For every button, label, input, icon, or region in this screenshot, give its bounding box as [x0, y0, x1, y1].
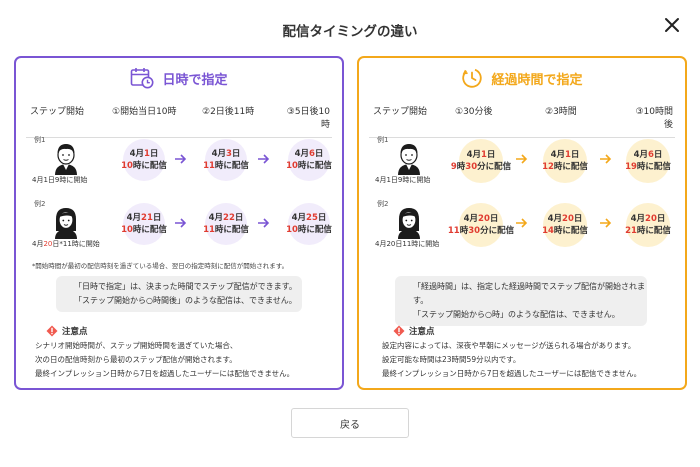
arrow-right-icon	[600, 154, 612, 164]
arrow-right-icon	[175, 154, 187, 164]
delivery-bubble: 4月1日 10時に配信	[121, 139, 167, 181]
step-header-start: ステップ開始	[373, 107, 428, 117]
delivery-bubble: 4月20日 11時30分に配信	[448, 203, 514, 247]
delivery-bubble: 4月6日 19時に配信	[625, 139, 671, 183]
example-label: 例1	[377, 136, 389, 144]
man-avatar-icon	[55, 144, 77, 175]
info-line: 「経過時間」は、指定した経過時間でステップ配信が開始されます。	[413, 282, 645, 305]
arrow-right-icon	[258, 218, 270, 228]
step-header-row: ステップ開始 ①開始当日10時 ②2日後11時 ③5日後10時	[26, 104, 332, 138]
caution-title: 注意点	[409, 327, 435, 337]
start-time-caption: 4月1日9時に開始	[32, 176, 88, 184]
delivery-bubble: 4月22日 11時に配信	[203, 203, 249, 245]
datetime-panel: 日時で指定 ステップ開始 ①開始当日10時 ②2日後11時 ③5日後10時 例1…	[14, 56, 344, 390]
elapsed-panel-header: 経過時間で指定	[359, 67, 685, 89]
info-line: 「日時で指定」は、決まった時間でステップ配信ができます。	[74, 282, 297, 291]
step-header-start: ステップ開始	[30, 107, 85, 117]
arrow-right-icon	[600, 218, 612, 228]
caution-heading: 注意点	[393, 325, 435, 337]
caution-line: 最終インプレッション日時から7日を超過したユーザーには配信できません。	[382, 368, 642, 378]
arrow-right-icon	[516, 218, 528, 228]
start-time-caption: 4月20日*11時に開始	[32, 240, 100, 248]
step-header-row: ステップ開始 ①30分後 ②3時間 ③10時間後	[369, 104, 675, 138]
example-label: 例1	[34, 136, 46, 144]
delivery-bubble: 4月20日 14時に配信	[542, 203, 588, 247]
man-avatar-icon	[398, 144, 420, 175]
delivery-bubble: 4月1日 9時30分に配信	[451, 139, 511, 183]
elapsed-panel-title: 経過時間で指定	[491, 72, 583, 88]
arrow-right-icon	[175, 218, 187, 228]
step-header-2: ②3時間	[545, 107, 577, 117]
caution-body: シナリオ開始時間が、ステップ開始時間を過ぎていた場合、 次の日の配信時刻から最初…	[35, 339, 294, 381]
step-header-1: ①開始当日10時	[112, 107, 177, 117]
example-label: 例2	[34, 200, 46, 208]
info-line: 「ステップ開始から○時間後」のような配信は、できません。	[74, 296, 297, 305]
step-header-1: ①30分後	[455, 107, 493, 117]
caution-body: 設定内容によっては、深夜や早朝にメッセージが送られる場合があります。 設定可能な…	[382, 339, 641, 381]
start-time-caption: 4月1日9時に開始	[375, 176, 431, 184]
delivery-bubble: 4月21日 10時に配信	[121, 203, 167, 245]
example-row: 例1 4月1日9時に開始 4月1日 10時に配信 4月3日 11時に配信 4月6…	[16, 135, 342, 193]
caution-line: 最終インプレッション日時から7日を超過したユーザーには配信できません。	[35, 368, 295, 378]
info-box: 「日時で指定」は、決まった時間でステップ配信ができます。 「ステップ開始から○時…	[56, 276, 302, 312]
example-row: 例2 4月20日11時に開始 4月20日 11時30分に配信 4月20日 14時…	[359, 199, 685, 257]
info-box: 「経過時間」は、指定した経過時間でステップ配信が開始されます。 「ステップ開始か…	[395, 276, 647, 326]
step-header-2: ②2日後11時	[202, 107, 255, 117]
info-line: 「ステップ開始から○時」のような配信は、できません。	[413, 310, 620, 319]
footnote: *開始時間が最初の配信時刻を過ぎている場合、翌日の指定時刻に配信が開始されます。	[32, 262, 289, 270]
woman-avatar-icon	[398, 208, 420, 239]
caution-line: 設定可能な時間は23時間59分以内です。	[382, 354, 521, 364]
delivery-bubble: 4月25日 10時に配信	[286, 203, 332, 245]
example-row: 例1 4月1日9時に開始 4月1日 9時30分に配信 4月1日 12時に配信 4…	[359, 135, 685, 193]
elapsed-time-panel: 経過時間で指定 ステップ開始 ①30分後 ②3時間 ③10時間後 例1 4月1日…	[357, 56, 687, 390]
step-header-3: ③5日後10時	[286, 107, 330, 130]
caution-line: 設定内容によっては、深夜や早朝にメッセージが送られる場合があります。	[382, 341, 636, 350]
start-time-caption: 4月20日11時に開始	[375, 240, 440, 248]
step-header-3: ③10時間後	[635, 107, 673, 130]
caution-title: 注意点	[62, 327, 88, 337]
caution-line: シナリオ開始時間が、ステップ開始時間を過ぎていた場合、	[35, 341, 238, 350]
datetime-panel-header: 日時で指定	[16, 67, 342, 89]
delivery-bubble: 4月6日 10時に配信	[286, 139, 332, 181]
example-label: 例2	[377, 200, 389, 208]
warning-icon	[393, 325, 405, 337]
delivery-bubble: 4月1日 12時に配信	[542, 139, 588, 183]
datetime-panel-title: 日時で指定	[162, 72, 228, 88]
delivery-bubble: 4月3日 11時に配信	[203, 139, 249, 181]
caution-line: 次の日の配信時刻から最初のステップ配信が開始されます。	[35, 354, 237, 364]
warning-icon	[46, 325, 58, 337]
caution-heading: 注意点	[46, 325, 88, 337]
arrow-right-icon	[258, 154, 270, 164]
modal-title: 配信タイミングの違い	[282, 24, 418, 40]
timer-icon	[462, 68, 483, 88]
close-icon[interactable]	[662, 15, 682, 35]
delivery-bubble: 4月20日 21時に配信	[625, 203, 671, 247]
arrow-right-icon	[516, 154, 528, 164]
back-button[interactable]: 戻る	[291, 408, 409, 438]
example-row: 例2 4月20日*11時に開始 4月21日 10時に配信 4月22日 11時に配…	[16, 199, 342, 257]
calendar-clock-icon	[131, 68, 154, 89]
woman-avatar-icon	[55, 208, 77, 239]
